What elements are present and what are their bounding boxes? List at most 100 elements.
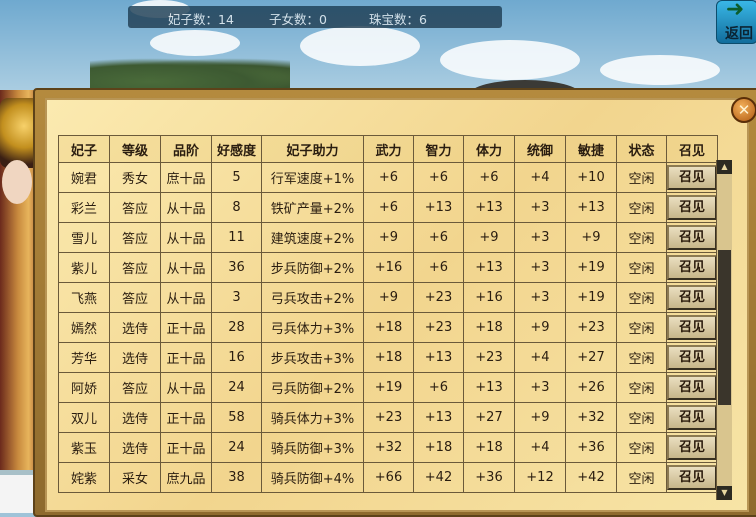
cell-boost: 弓兵防御+2%	[261, 372, 364, 403]
cell-stamina: +13	[463, 192, 515, 223]
cell-command: +4	[514, 162, 566, 193]
cell-force: +18	[363, 342, 414, 373]
cell-command: +9	[514, 402, 566, 433]
cell-level: 选侍	[109, 432, 161, 463]
cell-stamina: +9	[463, 222, 515, 253]
cell-agility: +9	[565, 222, 617, 253]
cell-intel: +6	[413, 372, 464, 403]
table-row: 飞燕 答应 从十品 3 弓兵攻击+2% +9 +23 +16 +3 +19 空闲 召见	[58, 282, 718, 313]
cell-force: +9	[363, 222, 414, 253]
cell-stamina: +18	[463, 312, 515, 343]
cell-stamina: +23	[463, 342, 515, 373]
cell-stamina: +16	[463, 282, 515, 313]
column-header: 体力	[463, 135, 515, 163]
cell-level: 答应	[109, 222, 161, 253]
concubine-count: 妃子数：14	[168, 9, 234, 28]
concubine-face	[2, 160, 32, 204]
summon-button[interactable]: 召见	[667, 375, 717, 400]
column-header: 品阶	[160, 135, 212, 163]
cell-agility: +19	[565, 252, 617, 283]
cell-favor: 24	[211, 372, 262, 403]
cell-status: 空闲	[616, 162, 667, 193]
return-arrow-icon: ➜	[725, 0, 745, 22]
cell-agility: +13	[565, 192, 617, 223]
cell-name: 紫玉	[58, 432, 110, 463]
column-header: 武力	[363, 135, 414, 163]
cloud	[150, 30, 240, 56]
summon-button[interactable]: 召见	[667, 315, 717, 340]
cell-stamina: +27	[463, 402, 515, 433]
cell-summon: 召见	[666, 162, 718, 193]
cell-intel: +23	[413, 282, 464, 313]
cell-summon: 召见	[666, 252, 718, 283]
cell-name: 彩兰	[58, 192, 110, 223]
cell-boost: 骑兵防御+4%	[261, 462, 364, 493]
table-scrollbar[interactable]: ▲ ▼	[716, 160, 732, 500]
cell-summon: 召见	[666, 282, 718, 313]
cell-intel: +6	[413, 162, 464, 193]
cell-intel: +13	[413, 342, 464, 373]
cell-favor: 38	[211, 462, 262, 493]
table-row: 紫玉 选侍 正十品 24 骑兵防御+3% +32 +18 +18 +4 +36 空闲 召见	[58, 432, 718, 463]
summon-button[interactable]: 召见	[667, 285, 717, 310]
cell-level: 答应	[109, 372, 161, 403]
cell-status: 空闲	[616, 342, 667, 373]
cell-grade: 正十品	[160, 312, 212, 343]
summon-button[interactable]: 召见	[667, 345, 717, 370]
cell-favor: 16	[211, 342, 262, 373]
cell-grade: 从十品	[160, 252, 212, 283]
scroll-up-icon[interactable]: ▲	[717, 160, 732, 174]
cell-command: +4	[514, 432, 566, 463]
cell-level: 秀女	[109, 162, 161, 193]
cell-name: 飞燕	[58, 282, 110, 313]
cell-status: 空闲	[616, 372, 667, 403]
summon-button[interactable]: 召见	[667, 195, 717, 220]
cell-intel: +13	[413, 192, 464, 223]
jewelry-count: 珠宝数：6	[369, 9, 427, 28]
cell-force: +23	[363, 402, 414, 433]
summon-button[interactable]: 召见	[667, 165, 717, 190]
cell-intel: +6	[413, 252, 464, 283]
cell-grade: 正十品	[160, 402, 212, 433]
summon-button[interactable]: 召见	[667, 225, 717, 250]
cell-boost: 弓兵体力+3%	[261, 312, 364, 343]
cell-status: 空闲	[616, 222, 667, 253]
cell-stamina: +13	[463, 372, 515, 403]
summon-button[interactable]: 召见	[667, 465, 717, 490]
cell-summon: 召见	[666, 192, 718, 223]
cell-agility: +27	[565, 342, 617, 373]
cell-command: +3	[514, 222, 566, 253]
scroll-thumb[interactable]	[718, 250, 731, 405]
scroll-down-icon[interactable]: ▼	[717, 486, 732, 500]
cell-name: 芳华	[58, 342, 110, 373]
cell-agility: +10	[565, 162, 617, 193]
cloud	[440, 40, 580, 80]
concubine-table: 妃子 等级 品阶 好感度 妃子助力 武力 智力 体力 统御 敏捷 状态 召见 婉君 秀女 庶十品 5 行军速度…	[58, 135, 718, 493]
cell-level: 答应	[109, 252, 161, 283]
column-header: 妃子助力	[261, 135, 364, 163]
column-header: 召见	[666, 135, 718, 163]
concubine-count-label: 妃子数：	[168, 12, 219, 27]
summon-button[interactable]: 召见	[667, 405, 717, 430]
cell-stamina: +13	[463, 252, 515, 283]
cell-boost: 行军速度+1%	[261, 162, 364, 193]
cell-summon: 召见	[666, 312, 718, 343]
cell-favor: 11	[211, 222, 262, 253]
cell-grade: 从十品	[160, 372, 212, 403]
column-header: 妃子	[58, 135, 110, 163]
cell-grade: 从十品	[160, 282, 212, 313]
resource-bar: 妃子数：14 子女数：0 珠宝数：6	[128, 6, 502, 28]
close-icon[interactable]: ✕	[731, 97, 756, 123]
children-count-value: 0	[319, 12, 327, 27]
cell-force: +16	[363, 252, 414, 283]
return-button[interactable]: ➜ 返回	[716, 0, 756, 44]
cell-intel: +18	[413, 432, 464, 463]
cell-name: 嫣然	[58, 312, 110, 343]
summon-button[interactable]: 召见	[667, 435, 717, 460]
cell-boost: 建筑速度+2%	[261, 222, 364, 253]
cell-stamina: +6	[463, 162, 515, 193]
cell-boost: 步兵防御+2%	[261, 252, 364, 283]
children-count-label: 子女数：	[269, 12, 320, 27]
summon-button[interactable]: 召见	[667, 255, 717, 280]
cell-force: +6	[363, 162, 414, 193]
